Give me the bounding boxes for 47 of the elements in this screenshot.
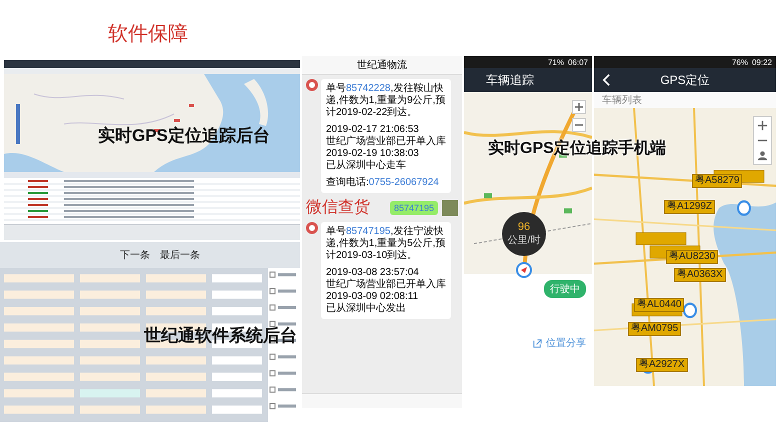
logo-avatar-icon — [306, 222, 318, 234]
vehicle-plate-tag[interactable]: 粤A1299Z — [664, 200, 716, 214]
screen-title: GPS定位 — [660, 72, 710, 88]
status-badge: 行驶中 — [544, 280, 586, 298]
vehicle-plate-tag[interactable]: 粤AL0440 — [634, 298, 684, 312]
message-text: 已从深圳中心走车 — [326, 160, 407, 172]
speed-unit: 公里/时 — [508, 234, 540, 247]
photo-placeholder — [442, 200, 458, 216]
vehicle-plate-tag[interactable]: 粤AU8230 — [666, 250, 718, 264]
message-text: 已从深圳中心发出 — [326, 303, 407, 315]
clock-time: 09:22 — [752, 58, 772, 66]
vehicle-plate-tag[interactable]: 粤A2927X — [636, 358, 688, 372]
slide-title: 软件保障 — [108, 22, 188, 47]
share-icon — [532, 338, 543, 348]
message-text: 2019-02-17 21:06:53 — [326, 124, 420, 136]
message-text: 2019-02-19 10:38:03 — [326, 148, 420, 160]
vehicle-plate-tag[interactable]: 粤AM0795 — [628, 322, 682, 336]
vehicle-plate-tag[interactable]: 粤A0363X — [674, 268, 726, 282]
zoom-in-icon[interactable] — [757, 120, 768, 131]
speed-value: 96 — [518, 221, 530, 233]
message-text: 世纪广场营业部已开单入库 — [326, 136, 446, 148]
chat-title: 世纪通物流 — [302, 56, 462, 75]
battery-level: 76% — [732, 58, 748, 66]
vehicle-plate-tag[interactable]: 粤A58279 — [692, 174, 742, 188]
clock-time: 06:07 — [568, 58, 588, 66]
message-text: 查询电话:0755-26067924 — [326, 177, 440, 189]
battery-level: 71% — [548, 58, 564, 66]
message-text: 2019-03-09 02:08:11 — [326, 291, 420, 302]
message-text: 单号85747195,发往宁波快递,件数为1,重量为5公斤,预计2019-03-10到达。 — [326, 226, 446, 262]
message-text: 世纪广场营业部已开单入库 — [326, 279, 446, 291]
overlay-caption: 微信查货 — [306, 198, 370, 218]
message-text: 2019-03-08 23:57:04 — [326, 267, 420, 278]
screen-title: 车辆追踪 — [464, 68, 592, 92]
toolbar-link[interactable]: 下一条 — [120, 248, 150, 262]
query-bubble: 85747195 — [390, 200, 438, 214]
person-icon[interactable] — [757, 150, 768, 161]
logo-avatar-icon — [306, 79, 318, 91]
zoom-out-icon[interactable] — [572, 118, 586, 132]
toolbar-link[interactable]: 最后一条 — [160, 248, 200, 262]
overlay-caption: 实时GPS定位追踪后台 — [98, 125, 270, 147]
overlay-caption: 世纪通软件系统后台 — [144, 325, 297, 347]
chat-input-field[interactable] — [302, 393, 462, 408]
message-link[interactable]: 85747195 — [346, 226, 390, 237]
message-link[interactable]: 0755-26067924 — [368, 177, 439, 188]
message-text: 单号85742228,发往鞍山快递,件数为1,重量为9公斤,预计2019-02-22到达。 — [326, 83, 446, 119]
message-link[interactable]: 85742228 — [346, 83, 390, 94]
back-icon[interactable] — [602, 73, 611, 87]
